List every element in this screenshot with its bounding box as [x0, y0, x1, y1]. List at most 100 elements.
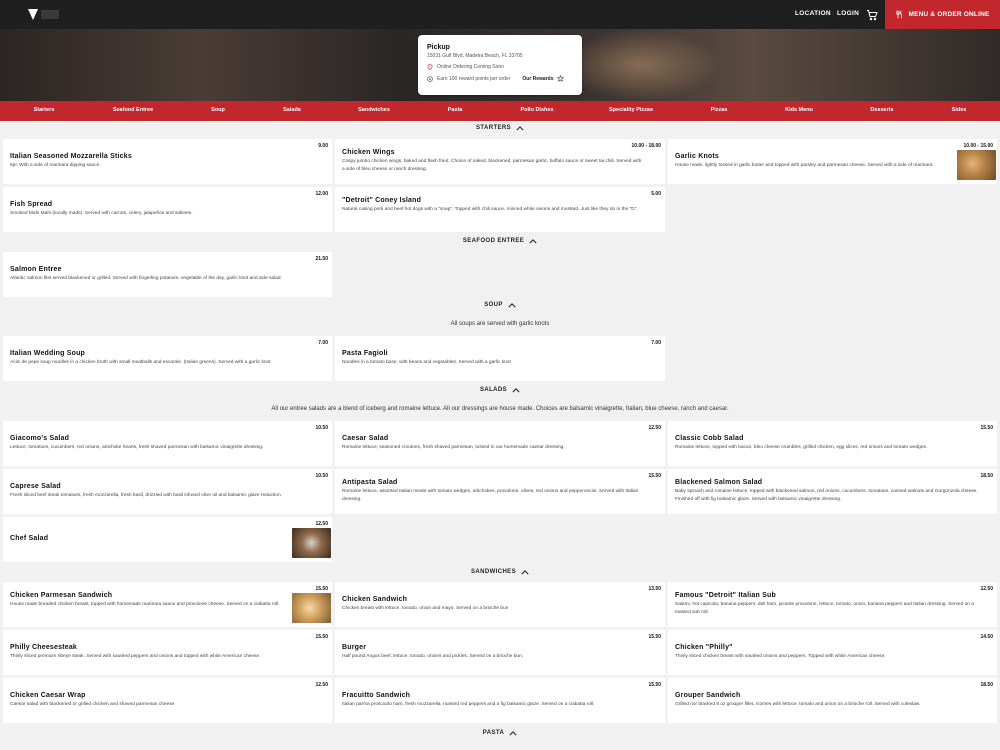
item-name: Blackened Salmon Salad [675, 479, 763, 486]
menu-item-card[interactable]: 7.00 Pasta Fagioli Noodles in a tomato b… [335, 336, 665, 381]
chef-salad-photo[interactable] [292, 528, 331, 558]
item-description: Baby spinach and romaine lettuce, topped… [675, 489, 978, 502]
category-sides[interactable]: Sides [952, 107, 967, 113]
item-description: Grilled nor blacked 8 oz grouper fillet,… [675, 702, 921, 707]
item-price: 12.50 [980, 586, 993, 592]
logo-shield-icon [28, 9, 38, 20]
item-price: 10.00 - 18.00 [631, 143, 661, 149]
hero-image-glow [560, 29, 720, 101]
pickup-title: Pickup [427, 44, 450, 51]
section-header-starters[interactable]: STARTERS [0, 121, 1000, 135]
item-description: Caesar salad with blackened or grilled c… [10, 702, 175, 707]
order-button-label: MENU & ORDER ONLINE [908, 11, 990, 18]
item-description: Salami, hot capicola, banana peppers, de… [675, 602, 974, 615]
login-link[interactable]: LOGIN [837, 10, 859, 17]
menu-item-card[interactable]: 10.00 - 15.00 Garlic Knots House made, l… [668, 139, 997, 184]
menu-item-card[interactable]: 10.00 - 18.00 Chicken Wings Crispy jumbo… [335, 139, 665, 184]
category-seafood-entree[interactable]: Seafood Entree [113, 107, 153, 113]
our-rewards-label: Our Rewards [522, 75, 554, 82]
section-header-pasta[interactable]: PASTA [0, 726, 1000, 740]
item-description: Thinly sliced chicken breast with sautée… [675, 654, 886, 659]
menu-item-card[interactable]: 13.50 Chicken Sandwich Chicken breast wi… [335, 582, 665, 627]
category-sandwiches[interactable]: Sandwiches [358, 107, 390, 113]
star-icon [556, 75, 564, 82]
menu-item-card[interactable]: 9.00 Italian Seasoned Mozzarella Sticks … [3, 139, 332, 184]
item-description: Fresh sliced beef steak tomatoes, fresh … [10, 493, 282, 498]
pickup-address: 15031 Gulf Blvd, Madeira Beach, FL 33705 [427, 53, 523, 59]
chevron-up-icon [509, 730, 517, 735]
category-soup[interactable]: Soup [211, 107, 225, 113]
menu-item-card[interactable]: 7.00 Italian Wedding Soup Acini de pepe … [3, 336, 332, 381]
item-price: 12.50 [315, 682, 328, 688]
category-salads[interactable]: Salads [283, 107, 301, 113]
menu-item-card[interactable]: 12.50 Caesar Salad Romaine lettuce, seas… [335, 421, 665, 466]
item-name: Fish Spread [10, 201, 53, 208]
menu-item-card[interactable]: 10.50 Caprese Salad Fresh sliced beef st… [3, 469, 332, 514]
section-title: SALADS [479, 387, 508, 393]
item-price: 15.50 [315, 586, 328, 592]
restaurant-logo[interactable] [28, 8, 60, 21]
section-header-salads[interactable]: SALADS [0, 383, 1000, 397]
section-title: PASTA [482, 730, 505, 736]
section-header-seafood-entree[interactable]: SEAFOOD ENTREE [0, 234, 1000, 248]
item-price: 7.00 [318, 340, 328, 346]
section-title: SEAFOOD ENTREE [462, 238, 525, 244]
menu-item-card[interactable]: 15.50 Philly Cheesesteak Thinly sliced p… [3, 630, 332, 675]
item-name: Classic Cobb Salad [675, 435, 744, 442]
menu-item-card[interactable]: 12.50 Chicken Caesar Wrap Caesar salad w… [3, 678, 332, 723]
item-name: Fracuitto Sandwich [342, 692, 411, 699]
menu-item-card[interactable]: 15.50 Classic Cobb Salad Romaine lettuce… [668, 421, 997, 466]
item-description: Crispy jumbo chicken wings, baked and fl… [342, 159, 642, 172]
menu-item-card[interactable]: 12.50 Famous "Detroit" Italian Sub Salam… [668, 582, 997, 627]
menu-item-card[interactable]: 15.50 Burger Half pound Angus beef, lett… [335, 630, 665, 675]
section-title: SOUP [484, 302, 503, 308]
item-price: 12.00 [315, 191, 328, 197]
section-header-sandwiches[interactable]: SANDWICHES [0, 565, 1000, 579]
category-speciality-pizzas[interactable]: Speciality Pizzas [609, 107, 653, 113]
item-description: Romaine lettuce, topped with bacon, bleu… [675, 445, 928, 450]
menu-item-card[interactable]: 15.50 Fracuitto Sandwich Italian parma p… [335, 678, 665, 723]
chicken-parmesan-photo[interactable] [292, 593, 331, 623]
menu-item-card[interactable]: 15.50 Chicken Parmesan Sandwich House ma… [3, 582, 332, 627]
category-pasta[interactable]: Pasta [448, 107, 463, 113]
item-description: Natural casing pork and beef hot dogs wi… [342, 207, 638, 212]
item-name: Italian Wedding Soup [10, 350, 86, 357]
item-name: Caesar Salad [342, 435, 389, 442]
item-price: 15.50 [648, 682, 661, 688]
menu-item-card[interactable]: 12.00 Fish Spread Smoked Mahi Mahi (loca… [3, 187, 332, 232]
category-starters[interactable]: Starters [34, 107, 55, 113]
item-name: Grouper Sandwich [675, 692, 741, 699]
item-name: Chef Salad [10, 535, 49, 542]
menu-item-card[interactable]: 14.50 Chicken "Philly" Thinly sliced chi… [668, 630, 997, 675]
chevron-up-icon [516, 125, 524, 130]
category-pollo-dishes[interactable]: Pollo Dishes [520, 107, 553, 113]
location-link[interactable]: LOCATION [795, 10, 831, 17]
item-description: Romaine lettuce, assorted Italian meats … [342, 489, 639, 502]
item-description: Half pound Angus beef, lettuce, tomato, … [342, 654, 524, 659]
menu-item-card[interactable]: 18.50 Grouper Sandwich Grilled nor black… [668, 678, 997, 723]
garlic-knots-photo[interactable] [957, 150, 996, 180]
item-description: Thinly sliced premium ribeye steak, Serv… [10, 654, 261, 659]
menu-item-card[interactable]: 18.50 Blackened Salmon Salad Baby spinac… [668, 469, 997, 514]
category-nav-bar: Starters Seafood Entree Soup Salads Sand… [0, 101, 1000, 121]
menu-item-card[interactable]: 15.50 Antipasta Salad Romaine lettuce, a… [335, 469, 665, 514]
category-desserts[interactable]: Desserts [870, 107, 893, 113]
menu-order-online-button[interactable]: MENU & ORDER ONLINE [885, 0, 1000, 29]
section-note: All soups are served with garlic knots [450, 321, 550, 327]
category-pizzas[interactable]: Pizzas [711, 107, 728, 113]
menu-item-card[interactable]: 5.00 "Detroit" Coney Island Natural casi… [335, 187, 665, 232]
rewards-text: Earn 100 reward points per order [437, 75, 511, 82]
item-name: Pasta Fagioli [342, 350, 388, 357]
ordering-notice: Online Ordering Coming Soon [437, 64, 504, 70]
cart-icon[interactable] [866, 8, 880, 22]
item-name: Antipasta Salad [342, 479, 398, 486]
section-title: SANDWICHES [470, 569, 516, 575]
item-price: 9.00 [318, 143, 328, 149]
menu-item-card[interactable]: 21.50 Salmon Entree Atlantic salmon file… [3, 252, 332, 297]
section-header-soup[interactable]: SOUP [0, 298, 1000, 312]
our-rewards-link[interactable]: Our Rewards [522, 75, 564, 82]
menu-item-card[interactable]: 10.50 Giacomo's Salad Lettuce, tomatoes,… [3, 421, 332, 466]
item-description: Smoked Mahi Mahi (locally made). Served … [10, 211, 193, 216]
menu-item-card[interactable]: 12.50 Chef Salad [3, 517, 332, 562]
category-kids-menu[interactable]: Kids Menu [785, 107, 813, 113]
